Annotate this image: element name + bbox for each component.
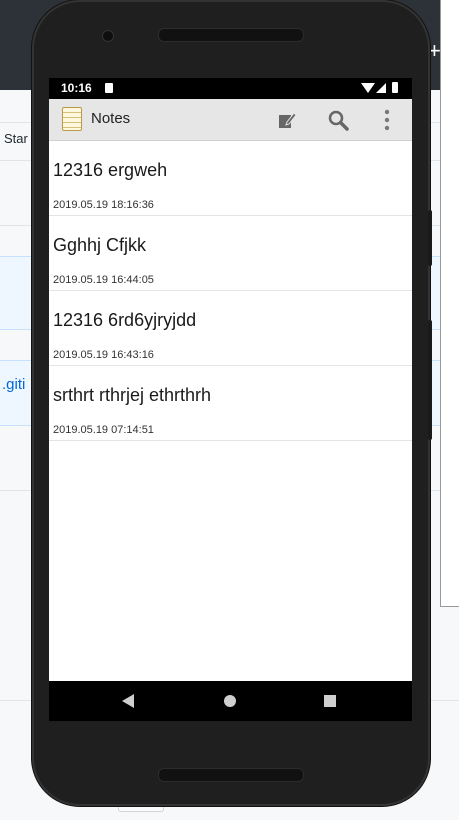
note-date: 2019.05.19 18:16:36	[53, 199, 154, 211]
home-icon[interactable]	[224, 695, 236, 707]
overflow-menu-button[interactable]	[374, 107, 400, 133]
bottom-speaker-grille	[158, 768, 304, 782]
more-vert-icon	[384, 109, 390, 131]
front-camera-icon	[102, 30, 114, 42]
list-item[interactable]: 12316 ergweh 2019.05.19 18:16:36	[49, 141, 412, 216]
list-item[interactable]: 12316 6rd6yjryjdd 2019.05.19 16:43:16	[49, 291, 412, 366]
note-date: 2019.05.19 07:14:51	[53, 424, 154, 436]
note-title: Gghhj Cfjkk	[53, 235, 147, 255]
background-column-label: Star	[4, 131, 28, 146]
background-file-link[interactable]: .giti	[2, 376, 25, 393]
volume-button[interactable]	[428, 210, 432, 266]
list-item[interactable]: Gghhj Cfjkk 2019.05.19 16:44:05	[49, 216, 412, 291]
sd-card-icon	[105, 83, 113, 93]
top-speaker-grille	[158, 28, 304, 42]
note-date: 2019.05.19 16:43:16	[53, 349, 154, 361]
background-side-panel	[440, 0, 459, 607]
notes-app-icon[interactable]	[62, 107, 82, 131]
app-title: Notes	[91, 110, 131, 127]
phone-screen: 10:16 Notes 12316 ergweh 2019.05.19 18:1…	[49, 78, 412, 721]
note-date: 2019.05.19 16:44:05	[53, 274, 154, 286]
search-icon	[328, 110, 349, 131]
back-icon[interactable]	[122, 694, 134, 708]
new-note-button[interactable]	[274, 107, 300, 133]
note-title: 12316 6rd6yjryjdd	[53, 310, 197, 330]
status-time: 10:16	[61, 81, 92, 95]
status-bar: 10:16	[49, 78, 412, 99]
power-button[interactable]	[428, 320, 432, 440]
note-title: srthrt rthrjej ethrthrh	[53, 385, 212, 405]
action-bar: Notes	[49, 99, 412, 141]
list-item[interactable]: srthrt rthrjej ethrthrh 2019.05.19 07:14…	[49, 366, 412, 441]
note-title: 12316 ergweh	[53, 160, 168, 180]
note-list: 12316 ergweh 2019.05.19 18:16:36 Gghhj C…	[49, 141, 412, 441]
battery-icon	[392, 82, 398, 93]
recent-apps-icon[interactable]	[324, 695, 336, 707]
new-note-icon	[279, 112, 297, 128]
cell-signal-icon	[376, 83, 386, 93]
wifi-icon	[361, 83, 375, 93]
search-button[interactable]	[325, 107, 351, 133]
navigation-bar	[49, 681, 412, 721]
